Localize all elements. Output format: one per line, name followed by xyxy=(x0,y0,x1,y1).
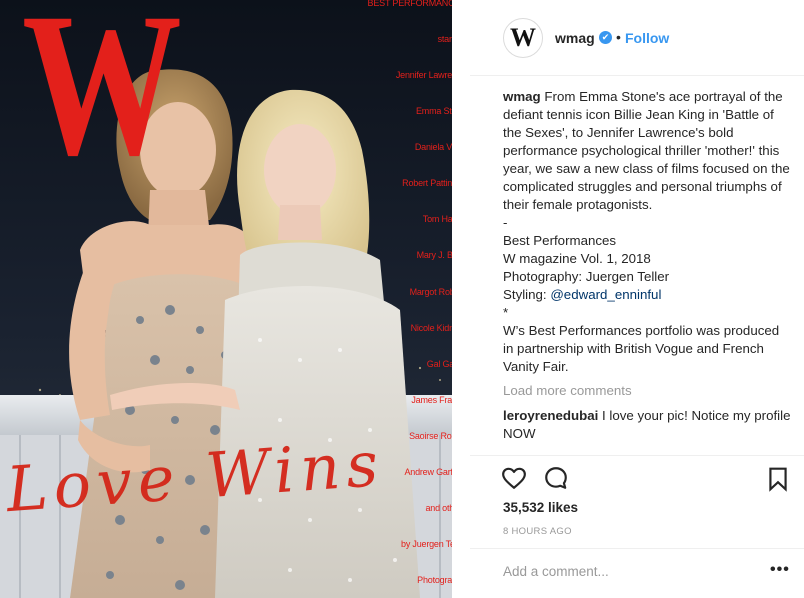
caption-line: wmag From Emma Stone's ace portrayal of … xyxy=(503,88,793,214)
mention-link[interactable]: @edward_enninful xyxy=(550,287,661,302)
actions-divider xyxy=(470,455,804,456)
post-header: W wmag ✔ • Follow xyxy=(470,0,804,76)
caption-line: Photography: Juergen Teller xyxy=(503,269,670,284)
caption-line: Best Performances xyxy=(503,233,617,248)
caption-line: Styling: @edward_enninful xyxy=(503,286,793,304)
caption-line: * xyxy=(503,305,509,320)
comment-item: leroyrenedubai I love your pic! Notice m… xyxy=(503,407,793,443)
heart-icon[interactable] xyxy=(501,465,527,491)
image-border xyxy=(452,0,470,598)
username-link[interactable]: wmag xyxy=(555,30,595,46)
post-timestamp[interactable]: 8 HOURS AGO xyxy=(503,526,572,537)
caption-line: - xyxy=(503,215,508,230)
comments-list[interactable]: wmag From Emma Stone's ace portrayal of … xyxy=(503,88,793,456)
bookmark-icon[interactable] xyxy=(765,466,791,492)
caption-line: W magazine Vol. 1, 2018 xyxy=(503,251,651,266)
comment-icon[interactable] xyxy=(543,465,569,491)
load-more-comments-link[interactable]: Load more comments xyxy=(503,382,793,400)
add-comment-input[interactable] xyxy=(503,564,733,579)
avatar[interactable]: W xyxy=(503,18,543,58)
separator-dot: • xyxy=(616,29,621,45)
cover-logo: W xyxy=(22,0,182,198)
comment-username[interactable]: leroyrenedubai xyxy=(503,408,598,423)
post-panel: W wmag ✔ • Follow wmag From Emma Stone's… xyxy=(470,0,804,598)
verified-badge-icon: ✔ xyxy=(599,31,612,44)
styling-prefix: Styling: xyxy=(503,287,551,302)
add-comment-section: ••• xyxy=(470,548,804,598)
post-image[interactable]: W BEST PERFORMANCES starring Jennifer La… xyxy=(0,0,470,598)
caption-line: W’s Best Performances portfolio was prod… xyxy=(503,323,783,374)
caption-text: From Emma Stone's ace portrayal of the d… xyxy=(503,89,790,212)
more-options-icon[interactable]: ••• xyxy=(770,561,790,579)
follow-button[interactable]: Follow xyxy=(625,30,669,46)
likes-count[interactable]: 35,532 likes xyxy=(503,500,578,515)
caption-username[interactable]: wmag xyxy=(503,89,541,104)
